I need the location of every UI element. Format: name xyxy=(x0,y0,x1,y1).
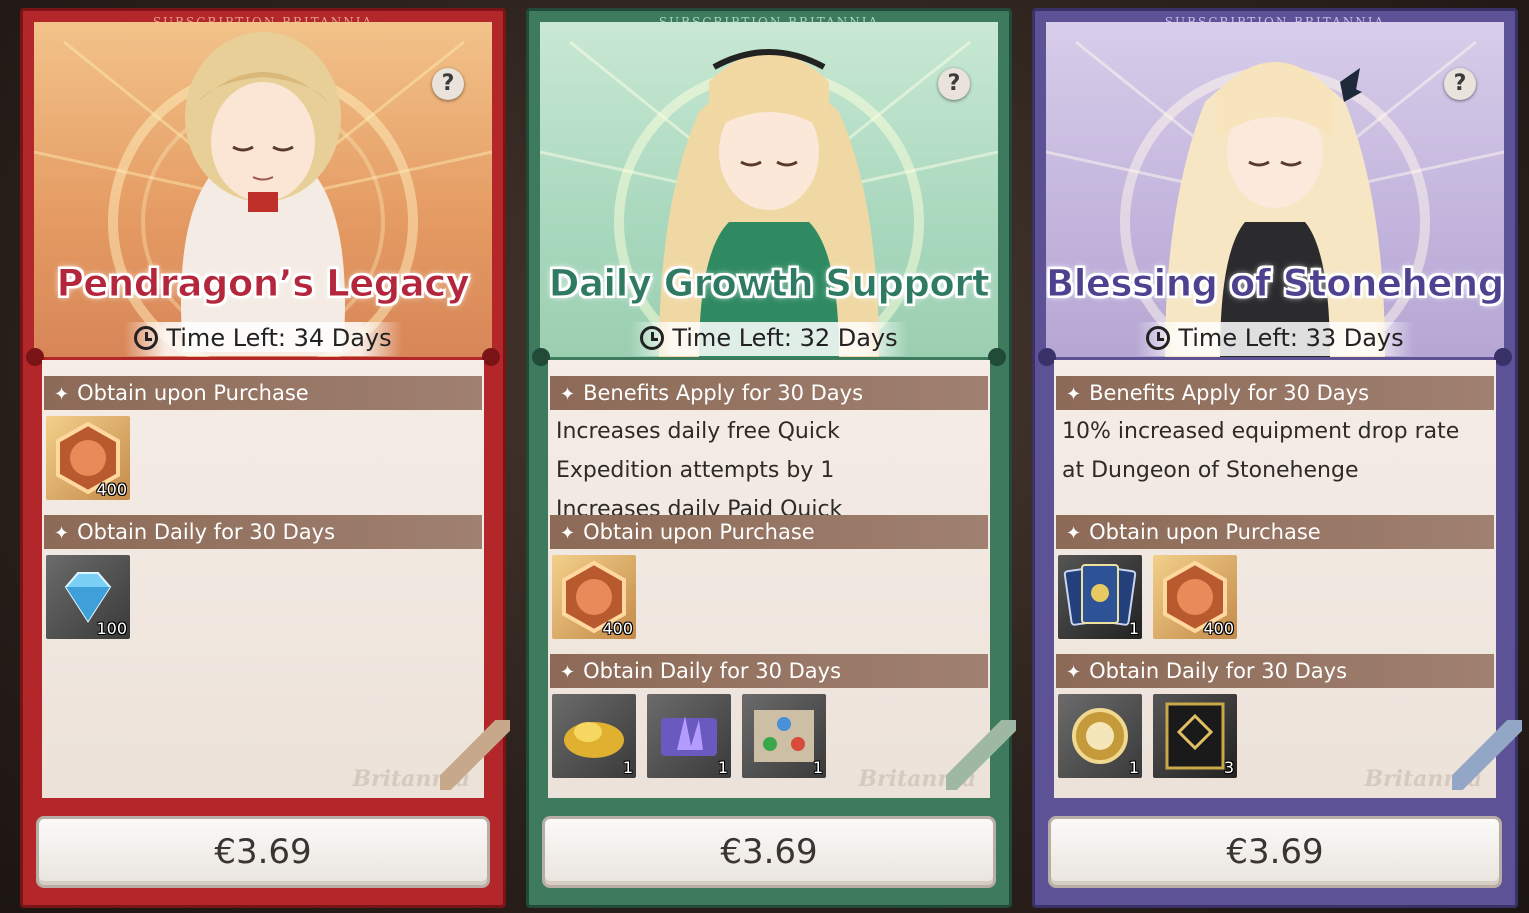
card-title: Blessing of Stonehenge xyxy=(1046,262,1504,306)
corner-ribbon xyxy=(1452,720,1522,790)
card-title: Pendragon’s Legacy xyxy=(56,262,470,306)
benefit-line: at Dungeon of Stonehenge xyxy=(1062,458,1359,483)
help-icon[interactable]: ? xyxy=(938,68,970,100)
card-hero-art: ? Blessing of Stonehenge Time Left: 33 D… xyxy=(1046,22,1504,357)
sparkle-icon: ✦ xyxy=(1066,523,1082,544)
reward-item-element-scroll[interactable]: 1 xyxy=(742,694,826,778)
sparkle-icon: ✦ xyxy=(560,662,576,683)
benefit-line: Expedition attempts by 1 xyxy=(556,458,835,483)
corner-ribbon xyxy=(440,720,510,790)
reward-item-gold-ore[interactable]: 1 xyxy=(552,694,636,778)
purchase-button-wrap: €3.69 xyxy=(542,816,996,888)
section-header: ✦ Obtain Daily for 30 Days xyxy=(44,515,482,549)
item-count: 100 xyxy=(96,619,127,638)
purchase-button-wrap: €3.69 xyxy=(36,816,490,888)
item-count: 1 xyxy=(1128,619,1139,638)
character-portrait xyxy=(659,49,879,357)
frame-notch xyxy=(482,348,500,366)
rewards-panel: ✦ Benefits Apply for 30 Days 10% increase… xyxy=(1054,360,1496,798)
section-header: ✦ Benefits Apply for 30 Days xyxy=(550,376,988,410)
item-count: 1 xyxy=(812,758,823,777)
benefits-description: Increases daily free Quick Expedition at… xyxy=(556,412,980,522)
item-count: 400 xyxy=(1203,619,1234,638)
time-left: Time Left: 33 Days xyxy=(1136,322,1414,356)
benefit-line: 10% increased equipment drop rate xyxy=(1062,419,1460,444)
benefits-description: 10% increased equipment drop rate at Dun… xyxy=(1062,412,1486,492)
frame-notch xyxy=(988,348,1006,366)
reward-item-lion-crest-token[interactable]: 400 xyxy=(1153,555,1237,639)
sparkle-icon: ✦ xyxy=(1066,384,1082,405)
card-hero-art: ? Pendragon’s Legacy Time Left: 34 Days xyxy=(34,22,492,357)
section-header: ✦ Obtain Daily for 30 Days xyxy=(1056,654,1494,688)
reward-item-purple-crystal[interactable]: 1 xyxy=(647,694,731,778)
help-icon[interactable]: ? xyxy=(432,68,464,100)
time-left-label: Time Left: 33 Days xyxy=(1178,324,1404,352)
section-header: ✦ Obtain Daily for 30 Days xyxy=(550,654,988,688)
reward-item-lion-crest-token[interactable]: 400 xyxy=(46,416,130,500)
section-label: Obtain Daily for 30 Days xyxy=(583,659,842,683)
time-left: Time Left: 34 Days xyxy=(124,322,402,356)
purchase-button[interactable]: €3.69 xyxy=(1048,816,1502,888)
card-title: Daily Growth Support xyxy=(548,262,990,306)
section-label: Obtain upon Purchase xyxy=(583,520,815,544)
character-portrait xyxy=(181,32,345,352)
section-label: Obtain upon Purchase xyxy=(77,381,309,405)
sparkle-icon: ✦ xyxy=(54,384,70,405)
reward-item-blue-diamond[interactable]: 100 xyxy=(46,555,130,639)
help-icon[interactable]: ? xyxy=(1444,68,1476,100)
purchase-button[interactable]: €3.69 xyxy=(36,816,490,888)
time-left: Time Left: 32 Days xyxy=(630,322,908,356)
subscription-card-daily-growth: SUBSCRIPTION BRITANNIA ? Daily Growth Su… xyxy=(526,8,1016,908)
reward-item-tarot-cards[interactable]: 1 xyxy=(1058,555,1142,639)
frame-notch xyxy=(1494,348,1512,366)
item-count: 400 xyxy=(602,619,633,638)
item-count: 3 xyxy=(1223,758,1234,777)
purchase-button[interactable]: €3.69 xyxy=(542,816,996,888)
item-count: 1 xyxy=(1128,758,1139,777)
reward-item-compass-medal[interactable]: 1 xyxy=(1058,694,1142,778)
section-header: ✦ Obtain upon Purchase xyxy=(1056,515,1494,549)
sparkle-icon: ✦ xyxy=(560,523,576,544)
character-portrait xyxy=(1165,62,1385,357)
item-count: 1 xyxy=(622,758,633,777)
benefit-line: Increases daily free Quick xyxy=(556,419,840,444)
purchase-button-wrap: €3.69 xyxy=(1048,816,1502,888)
corner-ribbon xyxy=(946,720,1016,790)
item-count: 400 xyxy=(96,480,127,499)
sparkle-icon: ✦ xyxy=(560,384,576,405)
time-left-label: Time Left: 34 Days xyxy=(166,324,392,352)
reward-item-lion-crest-token[interactable]: 400 xyxy=(552,555,636,639)
section-label: Benefits Apply for 30 Days xyxy=(1089,381,1370,405)
section-label: Obtain upon Purchase xyxy=(1089,520,1321,544)
clock-icon xyxy=(1146,326,1171,350)
section-header: ✦ Obtain upon Purchase xyxy=(550,515,988,549)
section-header: ✦ Obtain upon Purchase xyxy=(44,376,482,410)
reward-item-gold-banner[interactable]: 3 xyxy=(1153,694,1237,778)
subscription-card-pendragon: SUBSCRIPTION BRITANNIA ? Pendragon’s Leg… xyxy=(20,8,510,908)
section-label: Benefits Apply for 30 Days xyxy=(583,381,864,405)
item-count: 1 xyxy=(717,758,728,777)
sparkle-icon: ✦ xyxy=(1066,662,1082,683)
section-label: Obtain Daily for 30 Days xyxy=(77,520,336,544)
card-hero-art: ? Daily Growth Support Time Left: 32 Day… xyxy=(540,22,998,357)
rewards-panel: ✦ Benefits Apply for 30 Days Increases da… xyxy=(548,360,990,798)
subscription-card-stonehenge: SUBSCRIPTION BRITANNIA ? Blessing of Sto… xyxy=(1032,8,1522,908)
section-label: Obtain Daily for 30 Days xyxy=(1089,659,1348,683)
clock-icon xyxy=(640,326,665,350)
clock-icon xyxy=(134,326,159,350)
time-left-label: Time Left: 32 Days xyxy=(672,324,898,352)
sparkle-icon: ✦ xyxy=(54,523,70,544)
section-header: ✦ Benefits Apply for 30 Days xyxy=(1056,376,1494,410)
rewards-panel: ✦ Obtain upon Purchase 400 ✦ Obtain Daily … xyxy=(42,360,484,798)
